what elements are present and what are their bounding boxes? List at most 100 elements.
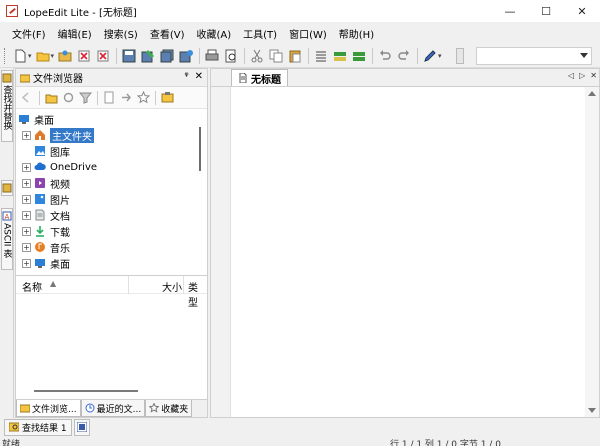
cut-icon[interactable] xyxy=(248,47,266,65)
file-list-scrollbar[interactable] xyxy=(34,390,138,392)
tree-item[interactable]: + 音乐 xyxy=(16,239,207,255)
print-icon[interactable] xyxy=(203,47,221,65)
expand-icon[interactable]: + xyxy=(22,226,31,236)
tab-clip[interactable] xyxy=(1,180,13,196)
tab-file-browser-label: 文件浏览... xyxy=(32,404,77,415)
combobox-arrow-icon[interactable] xyxy=(580,53,588,58)
expand-icon[interactable]: + xyxy=(22,242,31,252)
save-as-icon[interactable] xyxy=(139,47,157,65)
open-dropdown-arrow-icon[interactable]: ▾ xyxy=(51,52,55,60)
maximize-button[interactable]: ☐ xyxy=(528,0,564,22)
find-replace-icon xyxy=(2,73,12,83)
expand-icon[interactable]: + xyxy=(22,162,31,172)
save-all-icon[interactable] xyxy=(158,47,176,65)
column-type[interactable]: 类型 xyxy=(188,279,207,309)
paste-icon[interactable] xyxy=(286,47,304,65)
folder-icon xyxy=(20,404,30,413)
new-file-icon[interactable] xyxy=(11,47,29,65)
tree-scrollbar[interactable] xyxy=(199,127,201,171)
previous-tab-icon[interactable]: ◁ xyxy=(568,71,574,80)
expand-icon[interactable]: + xyxy=(22,210,31,220)
align-icon[interactable] xyxy=(312,47,330,65)
tree-item-label: OneDrive xyxy=(50,161,98,173)
save-ftp-icon[interactable] xyxy=(177,47,195,65)
tab-file-browser[interactable]: 文件浏览... xyxy=(16,400,81,417)
open-network-icon[interactable] xyxy=(56,47,74,65)
minimize-button[interactable]: — xyxy=(492,0,528,22)
tab-find-results[interactable]: 查找结果 1 xyxy=(4,418,72,436)
expand-icon[interactable]: + xyxy=(22,130,31,140)
scroll-down-icon[interactable] xyxy=(588,408,596,413)
tree-item-label: 图片 xyxy=(50,195,70,207)
tab-untitled[interactable]: 无标题 xyxy=(231,69,288,86)
text-editor-area[interactable] xyxy=(233,87,585,403)
expand-icon[interactable]: + xyxy=(22,194,31,204)
refresh-icon[interactable] xyxy=(60,89,77,106)
file-list[interactable]: 名称 ▲ 大小 类型 xyxy=(16,275,207,399)
column-divider[interactable] xyxy=(183,276,184,294)
close-tab-icon[interactable]: ✕ xyxy=(590,71,597,80)
column-size[interactable]: 大小 xyxy=(162,279,182,294)
new-dropdown-arrow-icon[interactable]: ▾ xyxy=(28,52,32,60)
toolbar-overflow-grip[interactable] xyxy=(456,48,464,64)
close-all-icon[interactable] xyxy=(94,47,112,65)
tab-output[interactable] xyxy=(73,418,90,436)
tree-item[interactable]: + 视频 xyxy=(16,175,207,191)
folder-up-icon[interactable] xyxy=(43,89,60,106)
open-file-icon[interactable] xyxy=(101,89,118,106)
menu-file[interactable]: 文件(F) xyxy=(6,26,52,41)
tree-item[interactable]: + 主文件夹 xyxy=(16,127,207,143)
favorite-star-icon[interactable] xyxy=(135,89,152,106)
menu-window[interactable]: 窗口(W) xyxy=(283,26,333,41)
gallery-icon xyxy=(35,146,45,156)
toolbar-combobox[interactable] xyxy=(476,47,592,65)
tree-item[interactable]: + 图片 xyxy=(16,191,207,207)
toolbar-grip[interactable] xyxy=(4,47,7,64)
tree-item[interactable]: 桌面 xyxy=(16,111,207,127)
scroll-up-icon[interactable] xyxy=(588,91,596,96)
tree-item[interactable]: + 下载 xyxy=(16,223,207,239)
menu-edit[interactable]: 编辑(E) xyxy=(52,26,98,41)
undo-icon[interactable] xyxy=(376,47,394,65)
move-icon[interactable] xyxy=(118,89,135,106)
close-panel-icon[interactable]: ✕ xyxy=(195,71,203,82)
tab-recent-files[interactable]: 最近的文... xyxy=(80,400,146,417)
tab-find-replace[interactable]: 查找并替换 xyxy=(1,70,13,142)
open-folder-icon[interactable] xyxy=(34,47,52,65)
expand-icon[interactable]: + xyxy=(22,178,31,188)
menu-help[interactable]: 帮助(H) xyxy=(333,26,380,41)
editor-vertical-scrollbar[interactable] xyxy=(585,87,599,417)
menu-view[interactable]: 查看(V) xyxy=(144,26,191,41)
pin-icon[interactable]: ᵠ xyxy=(184,71,188,82)
highlight-icon[interactable] xyxy=(421,47,439,65)
replace-icon[interactable] xyxy=(350,47,368,65)
save-icon[interactable] xyxy=(120,47,138,65)
find-icon[interactable] xyxy=(331,47,349,65)
close-file-icon[interactable] xyxy=(75,47,93,65)
properties-icon[interactable] xyxy=(159,89,176,106)
tab-ascii-table[interactable]: A ASCII 表 xyxy=(1,208,13,270)
next-tab-icon[interactable]: ▷ xyxy=(579,71,585,80)
back-icon[interactable] xyxy=(19,89,36,106)
tree-item[interactable]: 图库 xyxy=(16,143,207,159)
tree-item[interactable]: + OneDrive xyxy=(16,159,207,175)
tab-ascii-label: ASCII 表 xyxy=(1,223,12,259)
column-name[interactable]: 名称 xyxy=(22,279,42,294)
tree-item[interactable]: + 桌面 xyxy=(16,255,207,271)
menu-search[interactable]: 搜索(S) xyxy=(98,26,144,41)
menu-favorites[interactable]: 收藏(A) xyxy=(191,26,238,41)
menu-tools[interactable]: 工具(T) xyxy=(237,26,283,41)
folder-tree[interactable]: 桌面 + 主文件夹 图库 + OneDrive + 视频 + 图片 + 文档 + 下载 + 音乐 + 桌面 xyxy=(16,111,207,275)
print-preview-icon[interactable] xyxy=(222,47,240,65)
filter-icon[interactable] xyxy=(77,89,94,106)
highlight-dropdown-arrow-icon[interactable]: ▾ xyxy=(438,52,442,60)
column-divider[interactable] xyxy=(128,276,129,294)
tree-item[interactable]: + 文档 xyxy=(16,207,207,223)
copy-icon[interactable] xyxy=(267,47,285,65)
tab-favorites[interactable]: 收藏夹 xyxy=(145,400,193,417)
redo-icon[interactable] xyxy=(395,47,413,65)
expand-icon[interactable]: + xyxy=(22,258,31,268)
close-window-button[interactable]: ✕ xyxy=(564,0,600,22)
menu-bar: 文件(F) 编辑(E) 搜索(S) 查看(V) 收藏(A) 工具(T) 窗口(W… xyxy=(0,22,600,44)
tree-item-label: 桌面 xyxy=(34,115,54,127)
